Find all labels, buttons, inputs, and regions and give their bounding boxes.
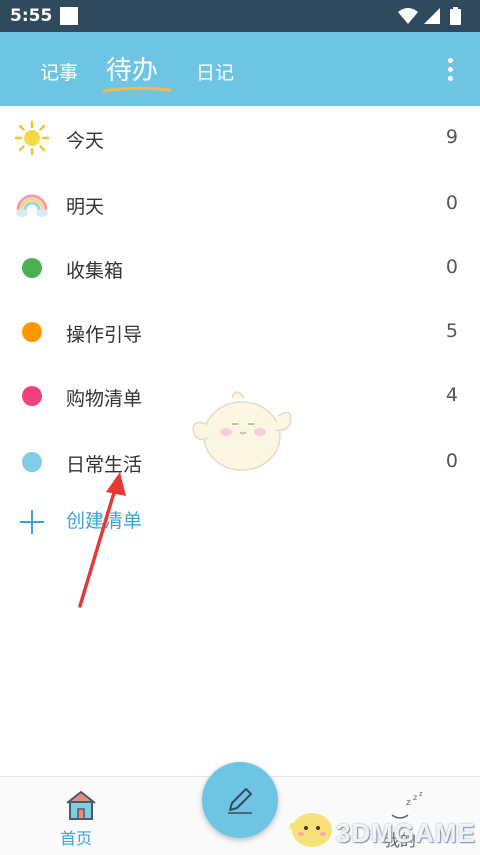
nav-home-label: 首页 bbox=[60, 829, 93, 848]
list-item-guide[interactable]: 操作引导 5 bbox=[0, 300, 480, 364]
list-count: 0 bbox=[445, 192, 458, 214]
home-icon bbox=[66, 791, 96, 820]
svg-text:z: z bbox=[413, 793, 417, 802]
create-list-button[interactable]: 创建清单 bbox=[0, 490, 480, 550]
rainbow-icon bbox=[16, 194, 48, 217]
list-item-inbox[interactable]: 收集箱 0 bbox=[0, 236, 480, 300]
list-count: 4 bbox=[445, 384, 458, 406]
wifi-icon bbox=[398, 8, 418, 24]
status-icons bbox=[398, 7, 461, 25]
svg-text:z: z bbox=[406, 798, 411, 808]
status-bar: 5:55 bbox=[0, 0, 480, 32]
watermark-text: 3DMGAME bbox=[336, 818, 476, 848]
signal-icon bbox=[424, 8, 440, 24]
nav-home[interactable]: 首页 bbox=[56, 789, 106, 849]
watermark-bird-icon bbox=[289, 813, 332, 847]
list-label: 今天 bbox=[66, 130, 105, 152]
annotation-arrow bbox=[78, 472, 126, 608]
mascot-illustration bbox=[192, 391, 292, 471]
more-menu-button[interactable] bbox=[440, 56, 460, 84]
pencil-icon bbox=[228, 788, 252, 814]
list-color-dot bbox=[22, 258, 42, 278]
list-item-today[interactable]: 今天 9 bbox=[0, 106, 480, 170]
list-label: 明天 bbox=[66, 196, 105, 218]
list-label: 收集箱 bbox=[66, 260, 124, 282]
notification-icon bbox=[60, 7, 78, 25]
list-label: 购物清单 bbox=[66, 388, 143, 410]
sun-icon bbox=[14, 120, 50, 156]
new-todo-fab[interactable] bbox=[202, 762, 278, 838]
tab-todo[interactable]: 待办 bbox=[106, 50, 158, 87]
list-count: 0 bbox=[445, 256, 458, 278]
list-count: 9 bbox=[445, 126, 458, 148]
svg-text:z: z bbox=[419, 791, 423, 798]
tab-notes[interactable]: 记事 bbox=[40, 58, 78, 85]
list-count: 5 bbox=[445, 320, 458, 342]
list-color-dot bbox=[22, 386, 42, 406]
plus-icon bbox=[20, 510, 44, 534]
list-label: 操作引导 bbox=[66, 324, 143, 346]
list-color-dot bbox=[22, 452, 42, 472]
tab-diary[interactable]: 日记 bbox=[196, 58, 234, 85]
more-vert-icon bbox=[448, 58, 453, 63]
status-time: 5:55 bbox=[10, 6, 53, 26]
list-color-dot bbox=[22, 322, 42, 342]
battery-icon bbox=[450, 9, 461, 25]
list-item-tomorrow[interactable]: 明天 0 bbox=[0, 172, 480, 236]
sleep-icon: z z z bbox=[391, 791, 423, 819]
list-count: 0 bbox=[445, 450, 458, 472]
active-tab-underline bbox=[102, 86, 172, 93]
more-vert-icon-dot bbox=[448, 76, 453, 81]
more-vert-icon-dot bbox=[448, 67, 453, 72]
app-header: 记事 待办 日记 bbox=[0, 32, 480, 106]
